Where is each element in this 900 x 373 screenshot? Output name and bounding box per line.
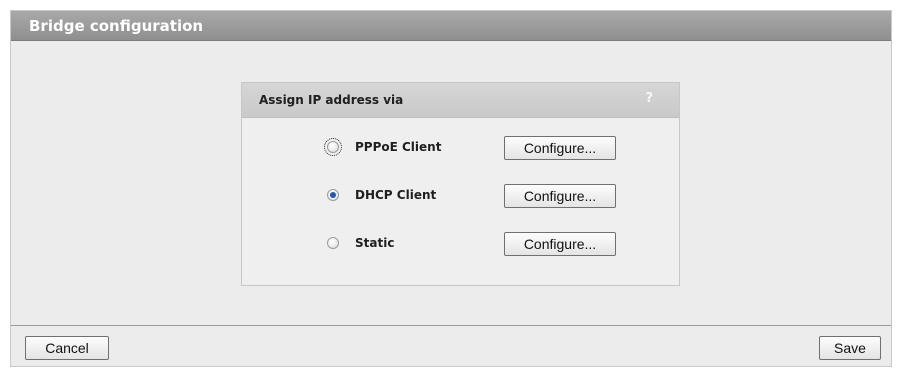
bridge-configuration-panel: Bridge configuration Assign IP address v… (10, 10, 892, 367)
configure-pppoe-button[interactable]: Configure... (504, 136, 616, 160)
radio-pppoe-client[interactable] (324, 138, 342, 156)
panel-header: Bridge configuration (11, 11, 891, 41)
save-button[interactable]: Save (819, 336, 881, 360)
cancel-button[interactable]: Cancel (25, 336, 109, 360)
footer-divider (11, 325, 891, 326)
assign-ip-header: Assign IP address via ? (242, 83, 679, 118)
configure-dhcp-button[interactable]: Configure... (504, 184, 616, 208)
option-row-static: Static Configure... (322, 229, 662, 259)
configure-static-button[interactable]: Configure... (504, 232, 616, 256)
page-title: Bridge configuration (29, 17, 204, 35)
option-label-dhcp[interactable]: DHCP Client (355, 187, 436, 203)
help-icon[interactable]: ? (645, 91, 653, 107)
assign-ip-title: Assign IP address via (259, 93, 404, 107)
option-row-dhcp: DHCP Client Configure... (322, 181, 662, 211)
assign-ip-box: Assign IP address via ? PPPoE Client Con… (241, 82, 680, 286)
option-row-pppoe: PPPoE Client Configure... (322, 133, 662, 163)
radio-dhcp-client[interactable] (327, 189, 339, 201)
option-label-pppoe[interactable]: PPPoE Client (355, 139, 441, 155)
radio-static[interactable] (327, 237, 339, 249)
option-label-static[interactable]: Static (355, 235, 394, 251)
